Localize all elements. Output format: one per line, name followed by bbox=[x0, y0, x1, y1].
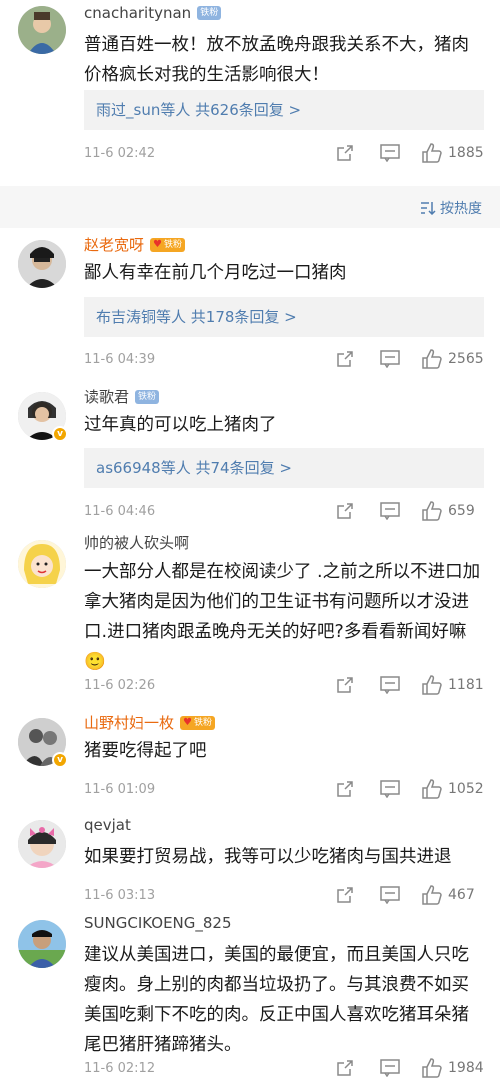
like-count: 1885 bbox=[448, 145, 484, 161]
like-count: 659 bbox=[448, 503, 475, 519]
avatar[interactable] bbox=[18, 240, 66, 288]
like-button[interactable]: 1885 bbox=[422, 143, 484, 163]
comment-text: 如果要打贸易战，我等可以少吃猪肉与国共进退 bbox=[84, 847, 452, 867]
share-icon[interactable] bbox=[336, 1059, 354, 1077]
comment-text: 过年真的可以吃上猪肉了 bbox=[84, 415, 277, 435]
avatar[interactable] bbox=[18, 6, 66, 54]
avatar[interactable] bbox=[18, 820, 66, 868]
like-button[interactable]: 1181 bbox=[422, 675, 484, 695]
username[interactable]: 山野村妇一枚 bbox=[84, 712, 174, 733]
share-icon[interactable] bbox=[336, 886, 354, 904]
share-icon[interactable] bbox=[336, 780, 354, 798]
comment-text: 猪要吃得起了吧 bbox=[84, 741, 207, 761]
verified-badge: v bbox=[52, 752, 68, 768]
like-button[interactable]: 2565 bbox=[422, 349, 484, 369]
sort-label: 按热度 bbox=[440, 201, 482, 217]
username[interactable]: qevjat bbox=[84, 816, 131, 834]
timestamp: 11-6 04:39 bbox=[84, 351, 156, 367]
username[interactable]: 帅的被人砍头啊 bbox=[84, 532, 189, 553]
comment-icon[interactable] bbox=[380, 886, 400, 904]
reply-summary[interactable]: 布吉涛铜等人 共178条回复 > bbox=[84, 297, 484, 337]
reply-count: 等人 共74条回复 > bbox=[160, 459, 292, 477]
avatar[interactable] bbox=[18, 920, 66, 968]
like-count: 2565 bbox=[448, 351, 484, 367]
heart-icon: ♥ bbox=[183, 716, 192, 728]
timestamp: 11-6 02:42 bbox=[84, 145, 156, 161]
thumbs-up-icon bbox=[422, 1058, 442, 1078]
like-count: 1984 bbox=[448, 1060, 484, 1076]
reply-count: 等人 共626条回复 > bbox=[160, 101, 302, 119]
sort-by-hot-button[interactable]: 按热度 bbox=[420, 198, 482, 218]
thumbs-up-icon bbox=[422, 779, 442, 799]
like-button[interactable]: 467 bbox=[422, 885, 484, 905]
like-count: 1052 bbox=[448, 781, 484, 797]
reply-user[interactable]: 布吉涛铜 bbox=[96, 308, 156, 326]
comment-icon[interactable] bbox=[380, 676, 400, 694]
timestamp: 11-6 02:12 bbox=[84, 1060, 156, 1076]
username[interactable]: SUNGCIKOENG_825 bbox=[84, 914, 232, 932]
comment-text: 鄙人有幸在前几个月吃过一口猪肉 bbox=[84, 263, 347, 283]
reply-summary[interactable]: as66948等人 共74条回复 > bbox=[84, 448, 484, 488]
username[interactable]: 赵老宽呀 bbox=[84, 234, 144, 255]
comment-icon[interactable] bbox=[380, 1059, 400, 1077]
like-button[interactable]: 659 bbox=[422, 501, 484, 521]
verified-badge: v bbox=[52, 426, 68, 442]
like-count: 1181 bbox=[448, 677, 484, 693]
username[interactable]: cnacharitynan bbox=[84, 4, 191, 22]
timestamp: 11-6 04:46 bbox=[84, 503, 156, 519]
like-button[interactable]: 1984 bbox=[422, 1058, 484, 1078]
comment-icon[interactable] bbox=[380, 780, 400, 798]
share-icon[interactable] bbox=[336, 350, 354, 368]
reply-summary[interactable]: 雨过_sun等人 共626条回复 > bbox=[84, 90, 484, 130]
thumbs-up-icon bbox=[422, 501, 442, 521]
reply-count: 等人 共178条回复 > bbox=[156, 308, 297, 326]
comment-icon[interactable] bbox=[380, 502, 400, 520]
sort-bar: 按热度 bbox=[0, 186, 500, 228]
comment-text: 普通百姓一枚！放不放孟晚舟跟我关系不大，猪肉价格疯长对我的生活影响很大！ bbox=[84, 35, 469, 85]
like-count: 467 bbox=[448, 887, 475, 903]
timestamp: 11-6 02:26 bbox=[84, 677, 156, 693]
comment-icon[interactable] bbox=[380, 144, 400, 162]
share-icon[interactable] bbox=[336, 144, 354, 162]
share-icon[interactable] bbox=[336, 502, 354, 520]
reply-user[interactable]: as66948 bbox=[96, 459, 161, 477]
fan-badge: 铁粉 bbox=[197, 6, 222, 20]
like-button[interactable]: 1052 bbox=[422, 779, 484, 799]
fan-badge: 铁粉 bbox=[135, 389, 160, 404]
thumbs-up-icon bbox=[422, 675, 442, 695]
comment-text: 建议从美国进口，美国的最便宜，而且美国人只吃瘦肉。身上别的肉都当垃圾扔了。与其浪… bbox=[84, 945, 469, 1055]
thumbs-up-icon bbox=[422, 143, 442, 163]
comment-icon[interactable] bbox=[380, 350, 400, 368]
heart-icon: ♥ bbox=[153, 238, 162, 250]
share-icon[interactable] bbox=[336, 676, 354, 694]
timestamp: 11-6 03:13 bbox=[84, 887, 156, 903]
timestamp: 11-6 01:09 bbox=[84, 781, 156, 797]
sort-icon bbox=[421, 202, 436, 215]
thumbs-up-icon bbox=[422, 885, 442, 905]
comment-text: 一大部分人都是在校阅读少了 .之前之所以不进口加拿大猪肉是因为他们的卫生证书有问… bbox=[84, 562, 481, 672]
fan-badge: ♥ 铁粉 bbox=[150, 237, 185, 252]
thumbs-up-icon bbox=[422, 349, 442, 369]
fan-badge: ♥ 铁粉 bbox=[180, 715, 215, 730]
avatar[interactable] bbox=[18, 540, 66, 588]
reply-user[interactable]: 雨过_sun bbox=[96, 101, 160, 119]
username[interactable]: 读歌君 bbox=[84, 386, 129, 407]
